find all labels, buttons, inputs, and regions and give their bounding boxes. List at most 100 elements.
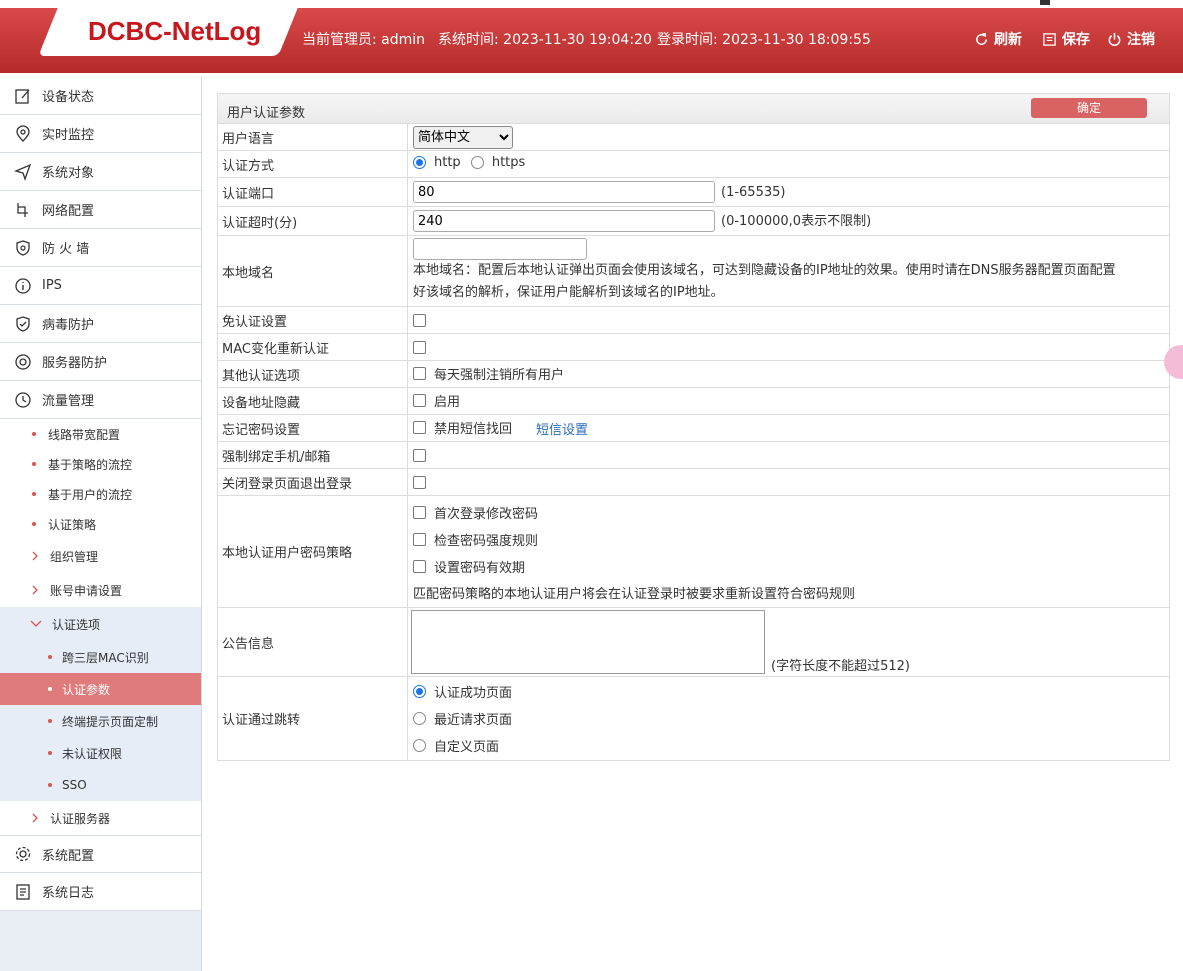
network-icon (17, 202, 28, 217)
sub-item-auth-policy[interactable]: 认证策略 (0, 509, 201, 539)
mac-reauth-checkbox[interactable] (413, 340, 426, 354)
nav-system-log[interactable]: 系统日志 (0, 873, 201, 911)
sub-item-policy-flow[interactable]: 基于策略的流控 (0, 449, 201, 479)
notice-textarea[interactable] (411, 610, 765, 674)
nav-device-status[interactable]: 设备状态 (0, 77, 201, 115)
nav-system-objects[interactable]: 系统对象 (0, 153, 201, 191)
log-icon (16, 883, 30, 900)
auth-port-hint: (1-65535) (721, 184, 786, 200)
password-expiry-checkbox[interactable] (413, 560, 426, 573)
logout-label: 注销 (1127, 32, 1155, 48)
panel-header: 用户认证参数 确定 (217, 93, 1170, 123)
sub-item-mac-recognition[interactable]: 跨三层MAC识别 (0, 641, 201, 673)
bullet-icon (48, 783, 52, 787)
sub-label: 认证参数 (62, 682, 111, 697)
redirect-recent-radio[interactable] (413, 712, 426, 725)
bullet-icon (32, 492, 36, 496)
auth-port-input[interactable] (413, 181, 715, 203)
policy-option-label: 检查密码强度规则 (434, 534, 539, 549)
refresh-button[interactable]: 刷新 (974, 29, 1022, 49)
auth-params-panel: 用户认证参数 确定 用户语言 简体中文 认证方式 http https 认证端口… (217, 93, 1170, 761)
panel-title: 用户认证参数 (227, 106, 306, 121)
nav-label: 防 火 墙 (42, 242, 90, 257)
sub-label: 跨三层MAC识别 (62, 650, 149, 665)
shield-icon (16, 239, 30, 256)
sub-label: 基于策略的流控 (48, 457, 133, 472)
sms-settings-link[interactable]: 短信设置 (536, 423, 588, 438)
save-button[interactable]: 保存 (1042, 29, 1090, 49)
hide-address-enable-label: 启用 (434, 395, 461, 410)
notice-label: 公告信息 (217, 607, 408, 677)
local-domain-input[interactable] (413, 238, 587, 260)
refresh-icon (976, 32, 987, 45)
hide-address-checkbox[interactable] (413, 394, 426, 407)
auth-port-label: 认证端口 (217, 177, 408, 207)
forgot-password-label: 忘记密码设置 (217, 414, 408, 442)
nav-network-config[interactable]: 网络配置 (0, 191, 201, 229)
sub-item-account-apply[interactable]: 账号申请设置 (0, 573, 201, 607)
nav-label: 实时监控 (42, 128, 95, 143)
confirm-button[interactable]: 确定 (1031, 98, 1147, 118)
sub-label: 未认证权限 (62, 746, 123, 761)
nav-realtime-monitor[interactable]: 实时监控 (0, 115, 201, 153)
nav-server-protection[interactable]: 服务器防护 (0, 343, 201, 381)
http-radio[interactable] (413, 156, 426, 169)
http-label: http (434, 155, 461, 170)
https-radio[interactable] (470, 156, 484, 169)
bullet-icon (32, 462, 36, 466)
chevron-right-icon (32, 585, 38, 595)
chevron-right-icon (32, 551, 38, 561)
auth-timeout-hint: (0-100000,0表示不限制) (721, 213, 872, 229)
force-bind-checkbox[interactable] (413, 448, 426, 462)
nav-traffic-management[interactable]: 流量管理 (0, 381, 201, 419)
redirect-success-radio[interactable] (413, 685, 426, 698)
local-domain-label: 本地域名 (217, 235, 408, 307)
logout-button[interactable]: 注销 (1107, 29, 1155, 49)
target-icon (15, 353, 31, 370)
location-icon (16, 124, 30, 142)
nav-virus-protection[interactable]: 病毒防护 (0, 305, 201, 343)
sub-item-user-flow[interactable]: 基于用户的流控 (0, 479, 201, 509)
sub-item-sso[interactable]: SSO (0, 769, 201, 801)
window-control-icon (1040, 0, 1050, 5)
sub-item-unauth-permission[interactable]: 未认证权限 (0, 737, 201, 769)
nav-system-config[interactable]: 系统配置 (0, 835, 201, 873)
sub-item-bandwidth[interactable]: 线路带宽配置 (0, 419, 201, 449)
info-icon (15, 277, 31, 294)
sub-item-auth-params[interactable]: 认证参数 (0, 673, 201, 705)
disable-sms-checkbox[interactable] (413, 421, 426, 434)
force-bind-label: 强制绑定手机/邮箱 (217, 441, 408, 469)
bullet-icon (48, 687, 52, 691)
nav-ips[interactable]: IPS (0, 267, 201, 305)
exempt-auth-checkbox[interactable] (413, 313, 426, 327)
chevron-right-icon (32, 813, 38, 823)
redirect-option-label: 自定义页面 (434, 740, 500, 755)
sub-item-terminal-page[interactable]: 终端提示页面定制 (0, 705, 201, 737)
policy-option-label: 首次登录修改密码 (434, 507, 539, 522)
admin-label: 当前管理员: admin (302, 32, 426, 48)
close-logout-checkbox[interactable] (413, 475, 426, 489)
save-icon (1043, 32, 1056, 46)
auth-timeout-input[interactable] (413, 210, 715, 233)
check-strength-checkbox[interactable] (413, 533, 426, 546)
first-login-change-checkbox[interactable] (413, 506, 426, 519)
redirect-custom-radio[interactable] (413, 739, 426, 752)
nav-label: 服务器防护 (42, 356, 108, 371)
nav-label: 病毒防护 (42, 318, 95, 333)
user-language-label: 用户语言 (217, 123, 408, 151)
bullet-icon (32, 522, 36, 526)
sub-item-auth-server[interactable]: 认证服务器 (0, 801, 201, 835)
force-logout-checkbox[interactable] (413, 367, 426, 380)
user-language-select[interactable]: 简体中文 (413, 125, 513, 149)
bullet-icon (48, 655, 52, 659)
sub-item-auth-options[interactable]: 认证选项 (0, 607, 201, 641)
bullet-icon (32, 432, 36, 436)
login-time: 登录时间: 2023-11-30 18:09:55 (657, 32, 871, 48)
local-domain-desc-1: 本地域名：配置后本地认证弹出页面会使用该域名，可达到隐藏设备的IP地址的效果。使… (413, 263, 1116, 278)
sub-label: 认证服务器 (50, 811, 111, 826)
https-label: https (491, 155, 526, 170)
nav-firewall[interactable]: 防 火 墙 (0, 229, 201, 267)
sub-item-org-management[interactable]: 组织管理 (0, 539, 201, 573)
auth-timeout-label: 认证超时(分) (217, 206, 408, 236)
hide-address-label: 设备地址隐藏 (217, 387, 408, 415)
